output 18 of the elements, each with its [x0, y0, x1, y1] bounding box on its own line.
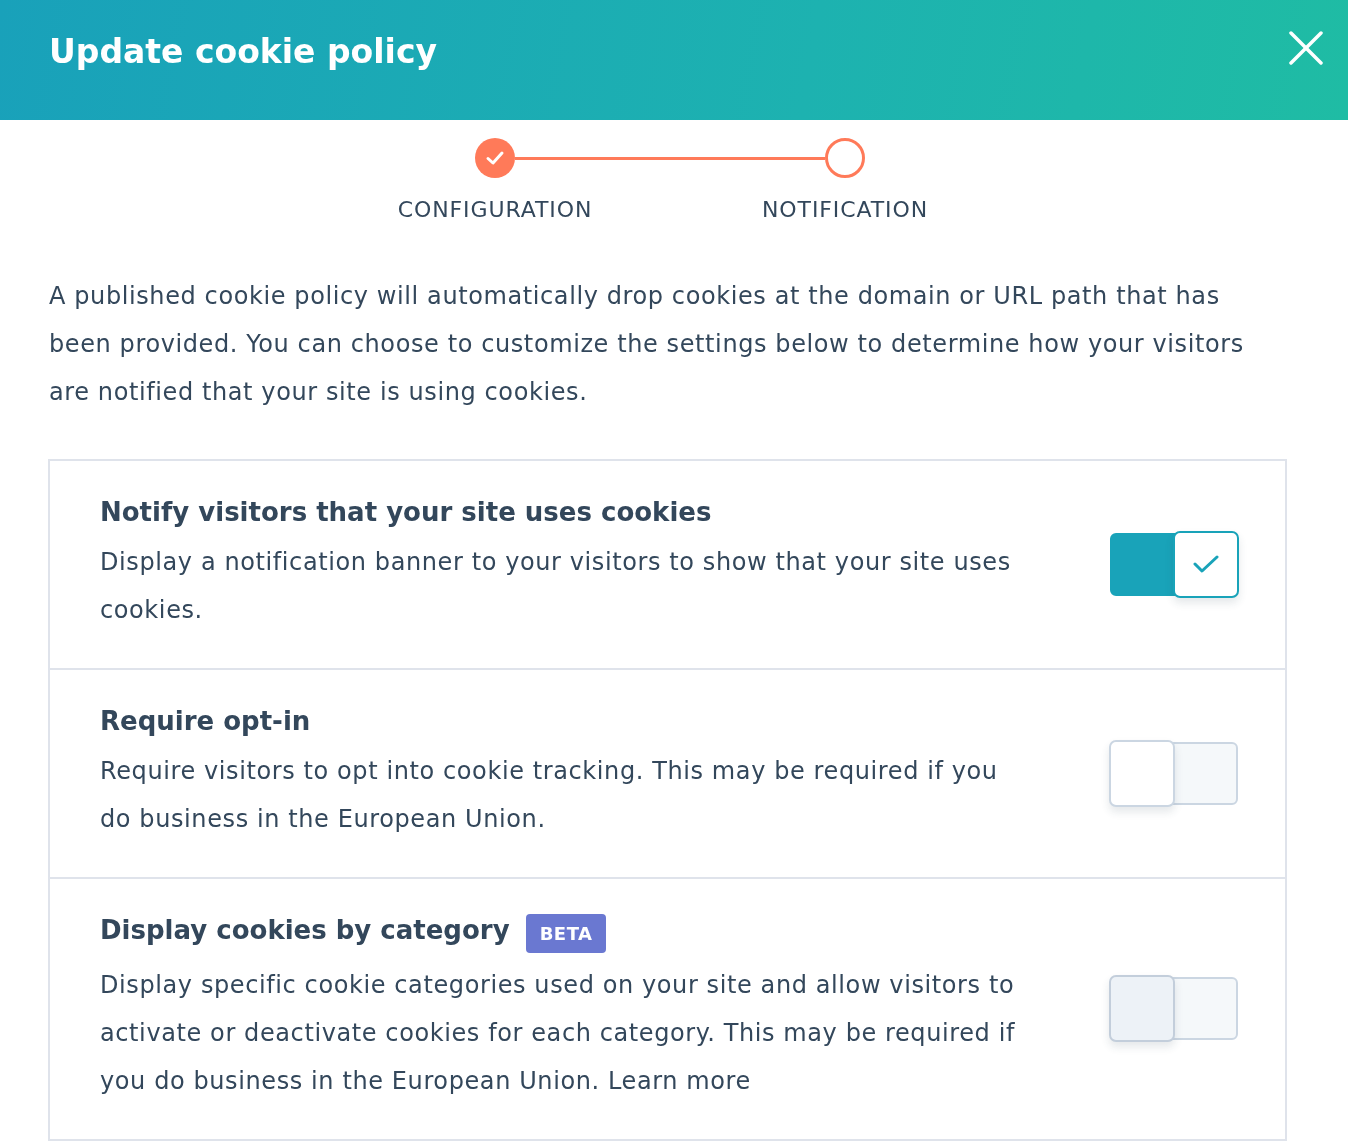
toggle-switch[interactable] [1109, 739, 1239, 807]
setting-title: Require opt-in [100, 705, 311, 738]
toggle-thumb[interactable] [1173, 530, 1239, 598]
setting-description: Require visitors to opt into cookie tracking. This may be required if you do business in the European Union. [100, 756, 999, 835]
beta-badge: BETA [525, 914, 607, 953]
toggle-switch[interactable] [1109, 530, 1239, 598]
step-label: CONFIGURATION [397, 196, 593, 224]
dialog-title: Update cookie policy [49, 31, 437, 73]
step-label: NOTIFICATION [762, 196, 929, 224]
setting-title: Display cookies by category [100, 914, 510, 947]
close-icon [1289, 31, 1323, 65]
setting-title: Notify visitors that your site uses cookies [100, 496, 712, 529]
setting-description: Display specific cookie categories used on your site and allow visitors to activate or deactivate cookies for each category. This may be required if you do business in the European Union. Learn more [100, 970, 1016, 1097]
toggle-thumb[interactable] [1109, 739, 1175, 807]
close-button[interactable] [1289, 31, 1323, 65]
intro-text: A published cookie policy will automatically drop cookies at the domain or URL path that has been provided. You can choose to customize the settings below to determine how your visitors are notified that your site is using cookies. [49, 281, 1245, 408]
check-icon [1193, 555, 1219, 573]
setting-description: Display a notification banner to your visitors to show that your site uses cookies. [100, 547, 1012, 626]
